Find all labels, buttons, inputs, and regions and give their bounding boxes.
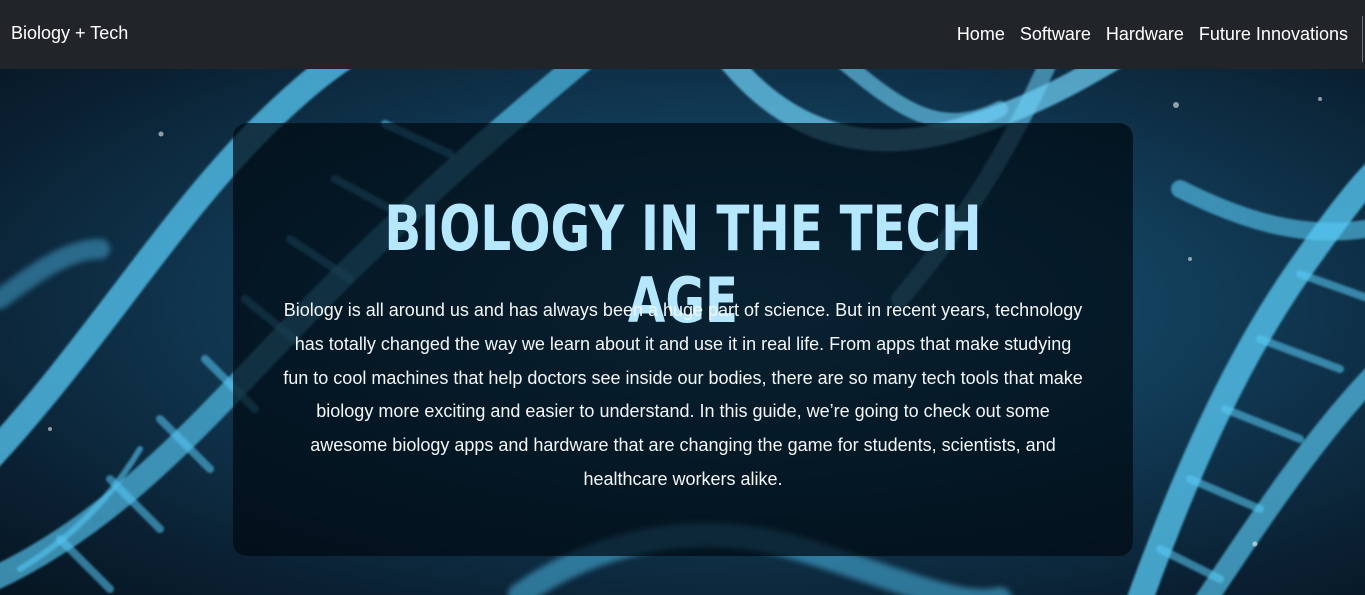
nav-link-home[interactable]: Home	[957, 22, 1005, 46]
scrollbar-edge[interactable]	[1362, 16, 1363, 62]
brand-link[interactable]: Biology + Tech	[11, 21, 128, 45]
intro-paragraph: Biology is all around us and has always …	[283, 300, 1083, 489]
nav-link-future-innovations[interactable]: Future Innovations	[1199, 22, 1348, 46]
nav-link-software[interactable]: Software	[1020, 22, 1091, 46]
navbar: Biology + Tech Home Software Hardware Fu…	[0, 0, 1365, 69]
hero-section: Biology in the Tech Age Biology is all a…	[0, 69, 1365, 595]
nav-links: Home Software Hardware Future Innovation…	[957, 22, 1348, 46]
nav-link-hardware[interactable]: Hardware	[1106, 22, 1184, 46]
intro-card: Biology in the Tech Age Biology is all a…	[233, 123, 1133, 556]
